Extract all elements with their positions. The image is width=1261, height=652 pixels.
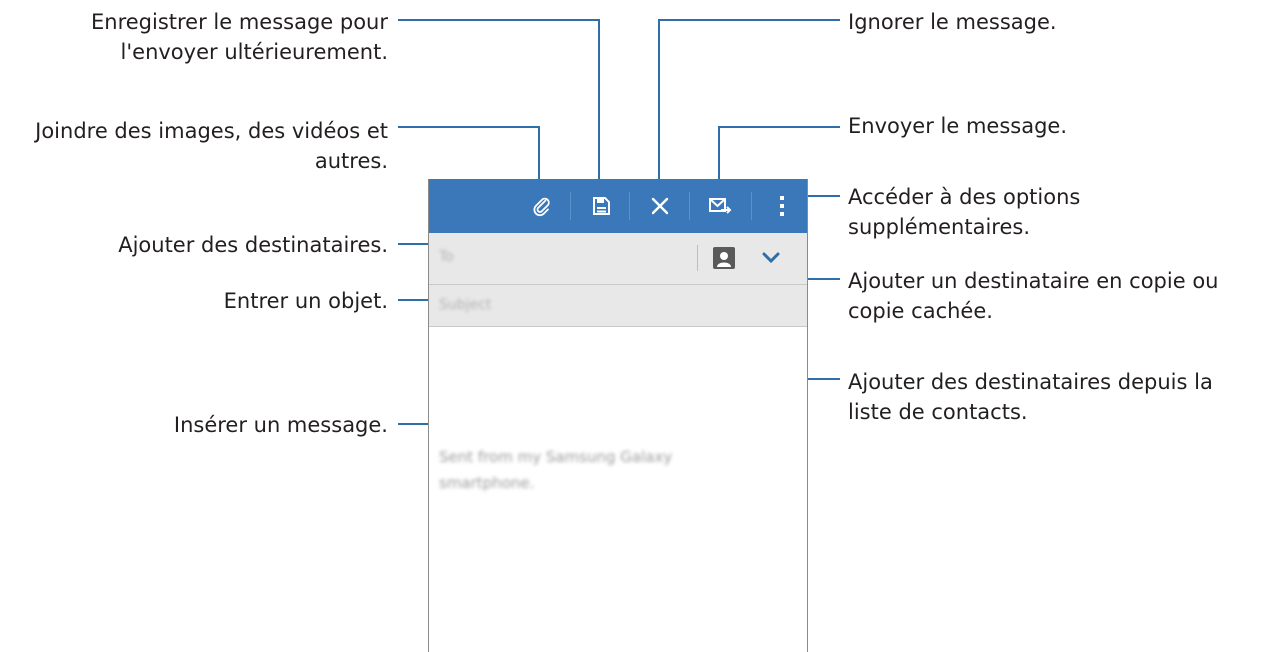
subject-placeholder: Subject	[439, 297, 492, 313]
action-bar	[429, 179, 807, 233]
to-field[interactable]: To	[429, 233, 807, 285]
callout-attach: Joindre des images, des vidéos et autres…	[35, 119, 388, 173]
email-compose-screen: To Subject Sent from my Samsung Galaxy s…	[428, 179, 808, 652]
connector-subject	[398, 299, 428, 301]
discard-button[interactable]	[637, 179, 683, 233]
connector-attach-v	[538, 126, 540, 183]
save-draft-button[interactable]	[578, 179, 624, 233]
attach-button[interactable]	[519, 179, 565, 233]
callout-cc-bcc: Ajouter un destinataire en copie ou copi…	[848, 269, 1219, 323]
send-button[interactable]	[697, 179, 743, 233]
paperclip-icon	[533, 197, 550, 217]
connector-send	[718, 126, 840, 128]
connector-send-v	[718, 126, 720, 183]
callout-discard: Ignorer le message.	[848, 10, 1057, 34]
action-separator	[629, 192, 630, 220]
close-icon	[651, 197, 669, 215]
callout-send: Envoyer le message.	[848, 114, 1067, 138]
field-separator	[697, 245, 698, 271]
send-mail-icon	[709, 198, 732, 214]
contacts-button[interactable]	[713, 247, 735, 269]
callout-contacts: Ajouter des destinataires depuis la list…	[848, 370, 1213, 424]
more-vert-icon	[780, 196, 784, 216]
connector-save	[398, 19, 600, 21]
callout-save-draft: Enregistrer le message pour l'envoyer ul…	[90, 10, 388, 64]
connector-discard	[658, 19, 840, 21]
connector-save-v	[598, 19, 600, 183]
callout-more-options: Accéder à des options supplémentaires.	[848, 185, 1081, 239]
connector-attach	[398, 126, 540, 128]
chevron-down-icon	[762, 252, 780, 264]
connector-discard-v	[658, 19, 660, 183]
more-options-button[interactable]	[759, 179, 805, 233]
action-separator	[689, 192, 690, 220]
cc-bcc-expand-button[interactable]	[757, 245, 785, 271]
contact-icon	[717, 252, 731, 267]
connector-recipients	[398, 243, 428, 245]
message-body[interactable]: Sent from my Samsung Galaxy smartphone.	[439, 444, 699, 496]
save-icon	[593, 197, 610, 215]
to-placeholder: To	[439, 249, 454, 265]
callout-add-recipients: Ajouter des destinataires.	[118, 233, 388, 257]
action-separator	[570, 192, 571, 220]
action-separator	[751, 192, 752, 220]
callout-message: Insérer un message.	[173, 413, 388, 437]
subject-field[interactable]: Subject	[429, 285, 807, 327]
callout-subject: Entrer un objet.	[223, 289, 388, 313]
